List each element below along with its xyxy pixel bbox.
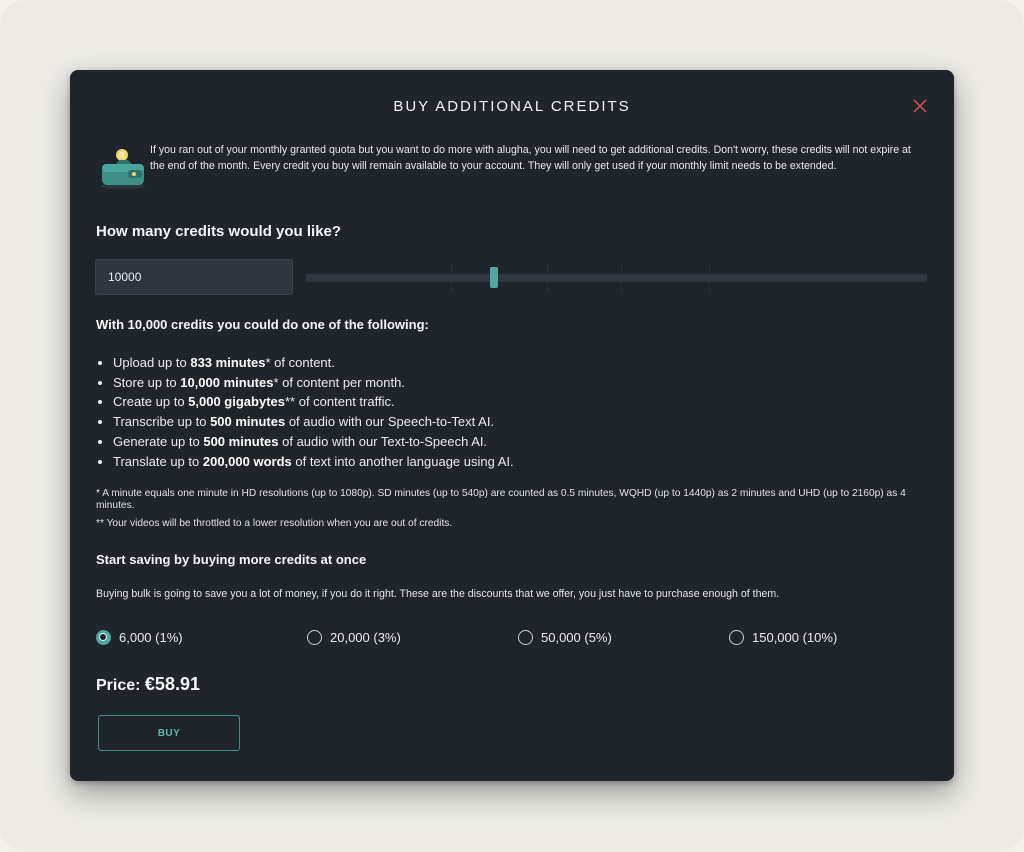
credits-question: How many credits would you like? xyxy=(96,223,342,240)
radio-button[interactable] xyxy=(307,629,322,645)
buy-button[interactable]: BUY xyxy=(98,715,240,751)
price-amount: €58.91 xyxy=(144,674,200,694)
price: Price: €58.91 xyxy=(96,674,200,695)
benefits-heading: With 10,000 credits you could do one of … xyxy=(96,317,429,332)
modal-title: BUY ADDITIONAL CREDITS xyxy=(393,98,631,115)
radio-label: 20,000 (3%) xyxy=(330,629,401,645)
bulk-description: Buying bulk is going to save you a lot o… xyxy=(96,588,780,600)
radio-button[interactable] xyxy=(518,629,533,645)
radio-button[interactable] xyxy=(729,629,744,645)
list-item: Store up to 10,000 minutes* of content p… xyxy=(113,373,514,393)
bulk-option-20000[interactable]: 20,000 (3%) xyxy=(307,627,401,647)
close-icon[interactable] xyxy=(912,98,928,114)
wallet-with-coin-icon xyxy=(101,149,145,189)
list-item: Transcribe up to 500 minutes of audio wi… xyxy=(113,412,514,432)
footnote-throttle: ** Your videos will be throttled to a lo… xyxy=(96,518,453,529)
credits-slider[interactable] xyxy=(306,265,927,293)
page-background: BUY ADDITIONAL CREDITS If you ran out of… xyxy=(0,0,1024,852)
credits-amount-input[interactable] xyxy=(95,259,293,295)
radio-label: 6,000 (1%) xyxy=(119,629,183,645)
bulk-heading: Start saving by buying more credits at o… xyxy=(96,552,367,567)
footnote-minutes: * A minute equals one minute in HD resol… xyxy=(96,488,906,511)
radio-button[interactable] xyxy=(96,629,111,645)
bulk-option-150000[interactable]: 150,000 (10%) xyxy=(729,627,837,647)
list-item: Create up to 5,000 gigabytes** of conten… xyxy=(113,392,514,412)
radio-label: 150,000 (10%) xyxy=(752,629,838,645)
list-item: Translate up to 200,000 words of text in… xyxy=(113,452,514,472)
list-item: Generate up to 500 minutes of audio with… xyxy=(113,432,514,452)
buy-credits-modal: BUY ADDITIONAL CREDITS If you ran out of… xyxy=(70,70,954,781)
slider-thumb[interactable] xyxy=(489,267,498,288)
list-item: Upload up to 833 minutes* of content. xyxy=(113,353,514,373)
bulk-option-6000[interactable]: 6,000 (1%) xyxy=(96,627,183,647)
radio-label: 50,000 (5%) xyxy=(541,629,612,645)
price-label: Price: xyxy=(96,677,145,694)
bulk-option-50000[interactable]: 50,000 (5%) xyxy=(518,627,612,647)
intro-text: If you ran out of your monthly granted q… xyxy=(150,144,911,172)
slider-track xyxy=(306,274,927,282)
benefits-list: Upload up to 833 minutes* of content. St… xyxy=(96,353,514,471)
